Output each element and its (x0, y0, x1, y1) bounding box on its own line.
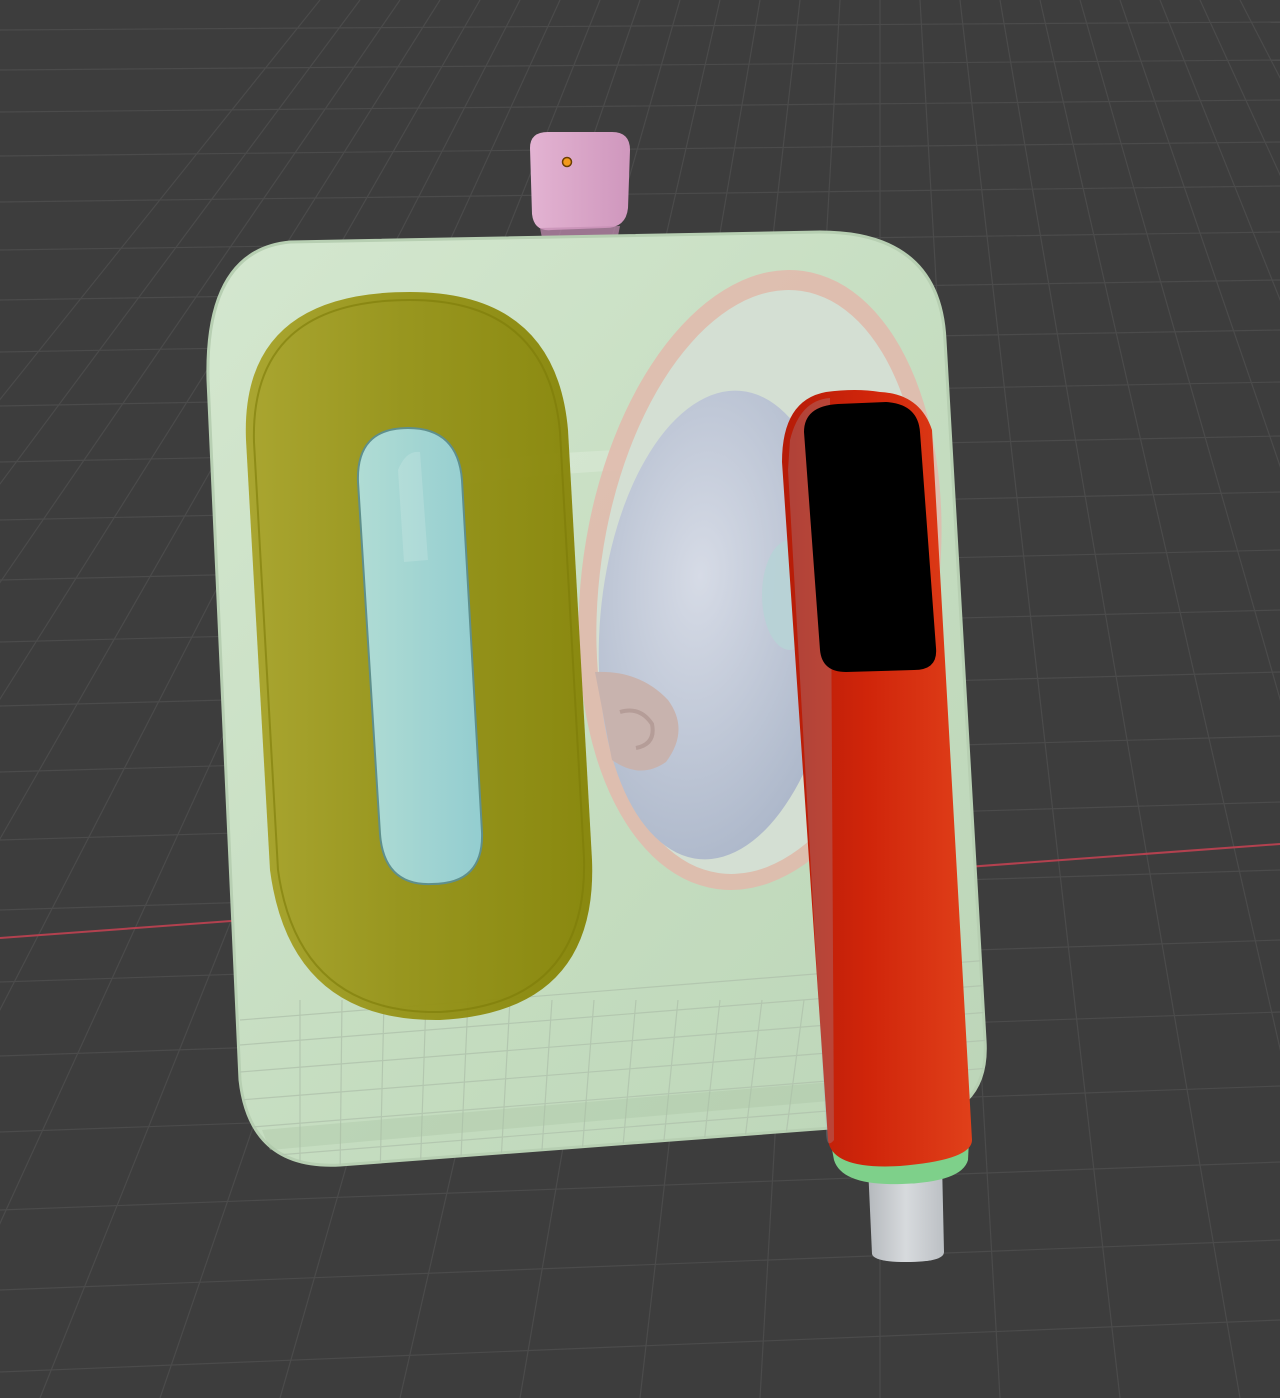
device-screen (804, 402, 937, 672)
object-origin-dot (561, 156, 573, 168)
3d-viewport[interactable] (0, 0, 1280, 1398)
oval-frame[interactable] (245, 292, 593, 1021)
hanger-loop[interactable] (530, 132, 630, 238)
viewport-canvas[interactable] (0, 0, 1280, 1398)
